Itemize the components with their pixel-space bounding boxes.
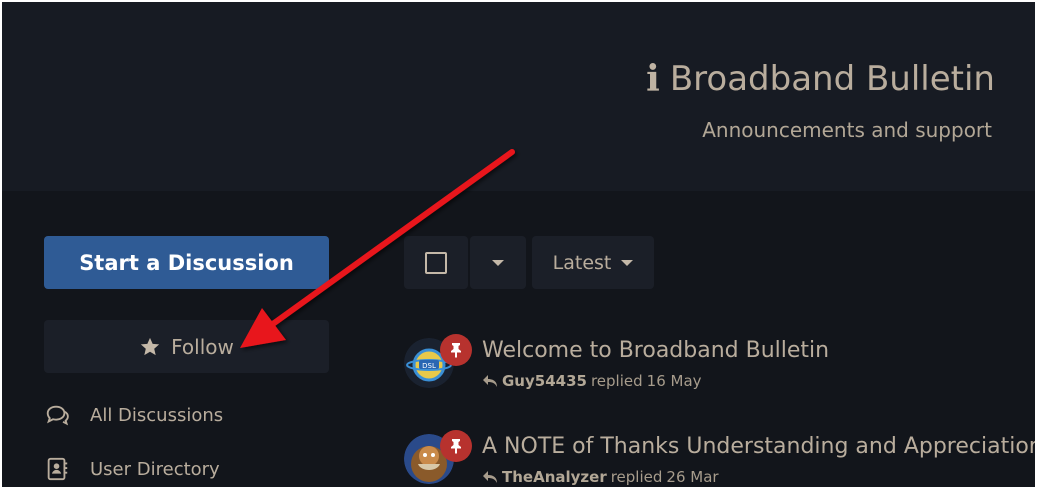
discussion-title[interactable]: A NOTE of Thanks Understanding and Appre… bbox=[482, 434, 1035, 459]
sidebar-item-label: User Directory bbox=[90, 458, 220, 480]
sidebar-item-all-discussions[interactable]: All Discussions bbox=[44, 402, 223, 428]
discussion-title[interactable]: Welcome to Broadband Bulletin bbox=[482, 338, 829, 363]
reply-icon bbox=[483, 375, 497, 387]
tag-hero: i Broadband Bulletin Announcements and s… bbox=[2, 2, 1035, 191]
discussion-time: 26 Mar bbox=[666, 468, 719, 486]
svg-text:DSL: DSL bbox=[422, 362, 436, 370]
select-all-checkbox-button[interactable] bbox=[404, 236, 468, 289]
select-dropdown-button[interactable] bbox=[470, 236, 526, 289]
hero-subtitle: Announcements and support bbox=[702, 118, 992, 142]
discussion-action: replied bbox=[610, 468, 663, 486]
pinned-badge bbox=[440, 334, 472, 366]
pinned-badge bbox=[440, 430, 472, 462]
hero-title-text: Broadband Bulletin bbox=[669, 59, 995, 99]
address-book-icon bbox=[47, 457, 68, 481]
discussion-action: replied bbox=[590, 372, 643, 390]
discussion-meta: TheAnalyzer replied 26 Mar bbox=[482, 468, 719, 486]
reply-icon bbox=[483, 471, 497, 483]
discussion-item[interactable]: DSL Welcome to Broadband Bulletin Guy544… bbox=[404, 334, 1035, 408]
discussion-time: 16 May bbox=[646, 372, 702, 390]
discussion-user[interactable]: TheAnalyzer bbox=[502, 468, 607, 486]
thumbtack-icon bbox=[451, 343, 461, 358]
info-icon: i bbox=[646, 58, 660, 100]
follow-button[interactable]: Follow bbox=[44, 320, 329, 373]
checkbox-icon bbox=[425, 251, 447, 274]
thumbtack-icon bbox=[451, 439, 461, 454]
discussion-item[interactable]: A NOTE of Thanks Understanding and Appre… bbox=[404, 430, 1035, 487]
sort-label: Latest bbox=[552, 251, 612, 274]
discussion-meta: Guy54435 replied 16 May bbox=[482, 372, 702, 390]
comments-icon bbox=[46, 405, 69, 426]
follow-label: Follow bbox=[171, 334, 234, 359]
caret-down-icon bbox=[621, 259, 634, 266]
sidebar-item-label: All Discussions bbox=[90, 404, 224, 426]
sort-dropdown[interactable]: Latest bbox=[532, 236, 654, 289]
hero-title: i Broadband Bulletin bbox=[646, 58, 995, 100]
star-icon bbox=[140, 337, 160, 355]
forum-page: i Broadband Bulletin Announcements and s… bbox=[2, 2, 1035, 487]
start-discussion-button[interactable]: Start a Discussion bbox=[44, 236, 329, 289]
sidebar-item-user-directory[interactable]: User Directory bbox=[44, 456, 220, 482]
caret-down-icon bbox=[492, 259, 504, 266]
discussion-user[interactable]: Guy54435 bbox=[502, 372, 587, 390]
